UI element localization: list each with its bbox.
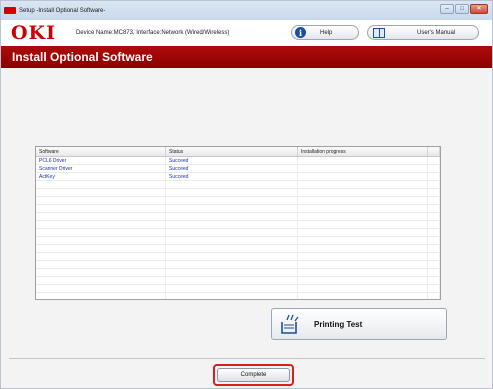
table-row[interactable]: Scanner Driver Succeed <box>36 165 440 173</box>
empty-table-row <box>36 269 440 277</box>
header: OKI Device Name:MC873, Interface:Network… <box>1 20 492 46</box>
help-label: Help <box>320 29 333 36</box>
title-bar[interactable]: Setup -Install Optional Software- – □ ✕ <box>1 1 492 20</box>
empty-table-row <box>36 197 440 205</box>
progress-cell <box>298 165 428 172</box>
window-title: Setup -Install Optional Software- <box>19 7 106 14</box>
app-icon <box>4 7 16 14</box>
help-button[interactable]: i Help <box>291 25 359 40</box>
empty-table-row <box>36 189 440 197</box>
book-icon <box>373 27 385 38</box>
maximize-button[interactable]: □ <box>455 4 469 14</box>
empty-table-row <box>36 277 440 285</box>
minimize-button[interactable]: – <box>440 4 454 14</box>
printing-test-button[interactable]: Printing Test <box>271 308 447 340</box>
close-button[interactable]: ✕ <box>470 4 488 14</box>
empty-table-row <box>36 253 440 261</box>
complete-button[interactable]: Complete <box>217 368 290 382</box>
empty-table-row <box>36 181 440 189</box>
column-header-status[interactable]: Status <box>166 147 298 156</box>
divider <box>9 358 485 359</box>
progress-cell <box>298 157 428 164</box>
table-row[interactable]: PCL6 Driver Succeed <box>36 157 440 165</box>
empty-table-row <box>36 229 440 237</box>
column-header-spacer <box>428 147 440 156</box>
software-cell: PCL6 Driver <box>36 157 166 164</box>
complete-highlight: Complete <box>213 364 294 386</box>
software-cell: Scanner Driver <box>36 165 166 172</box>
oki-logo: OKI <box>11 22 56 44</box>
users-manual-label: User's Manual <box>417 29 456 36</box>
column-header-software[interactable]: Software <box>36 147 166 156</box>
users-manual-button[interactable]: User's Manual <box>367 25 479 40</box>
page-title: Install Optional Software <box>12 50 153 64</box>
info-icon: i <box>295 27 306 38</box>
main-content: Software Status Installation progress PC… <box>1 68 492 388</box>
window-controls: – □ ✕ <box>440 4 488 14</box>
progress-cell <box>298 173 428 180</box>
table-header: Software Status Installation progress <box>36 147 440 157</box>
page-banner: Install Optional Software <box>1 46 492 68</box>
status-cell: Succeed <box>166 157 298 164</box>
empty-table-row <box>36 285 440 293</box>
empty-table-row <box>36 261 440 269</box>
printing-test-label: Printing Test <box>314 319 363 329</box>
status-cell: Succeed <box>166 165 298 172</box>
device-info: Device Name:MC873, Interface:Network (Wi… <box>75 30 230 36</box>
software-cell: ActKey <box>36 173 166 180</box>
table-row[interactable]: ActKey Succeed <box>36 173 440 181</box>
empty-table-row <box>36 205 440 213</box>
empty-table-row <box>36 293 440 299</box>
empty-table-row <box>36 213 440 221</box>
empty-table-row <box>36 221 440 229</box>
setup-window: Setup -Install Optional Software- – □ ✕ … <box>0 0 493 389</box>
empty-table-row <box>36 245 440 253</box>
empty-rows <box>36 181 440 299</box>
printer-test-icon <box>281 314 299 334</box>
column-header-progress[interactable]: Installation progress <box>298 147 428 156</box>
empty-table-row <box>36 237 440 245</box>
status-cell: Succeed <box>166 173 298 180</box>
software-table: Software Status Installation progress PC… <box>35 146 441 300</box>
